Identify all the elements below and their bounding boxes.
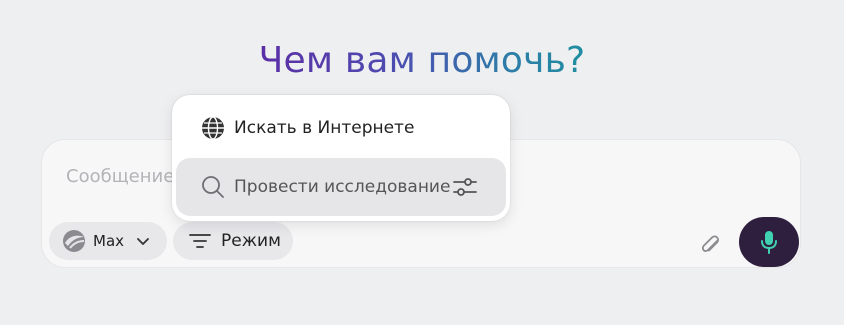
page-heading-text: Чем вам помочь? [258,40,586,81]
menu-item-web-search[interactable]: Искать в Интернете [200,115,414,141]
globe-icon [202,116,224,140]
voice-input-button[interactable] [739,217,799,267]
model-selector-label: Max [93,232,125,250]
mode-dropdown-menu: Искать в Интернете Провести исследование [172,95,510,221]
message-input[interactable]: Сообщение [66,166,174,187]
search-icon [202,176,224,198]
model-selector-button[interactable]: Max [49,222,167,260]
model-logo-icon [63,230,85,252]
mode-button[interactable]: Режим [173,222,293,260]
sliders-icon[interactable] [452,176,478,198]
page-heading: Чем вам помочь? [0,40,844,81]
mode-button-label: Режим [221,231,281,251]
menu-item-web-search-label: Искать в Интернете [234,118,415,138]
microphone-icon [761,231,777,254]
attach-icon[interactable] [696,228,724,256]
filter-lines-icon [189,234,211,248]
menu-item-research[interactable]: Провести исследование [176,158,506,216]
chevron-down-icon [137,238,149,245]
menu-item-research-label: Провести исследование [234,177,451,197]
